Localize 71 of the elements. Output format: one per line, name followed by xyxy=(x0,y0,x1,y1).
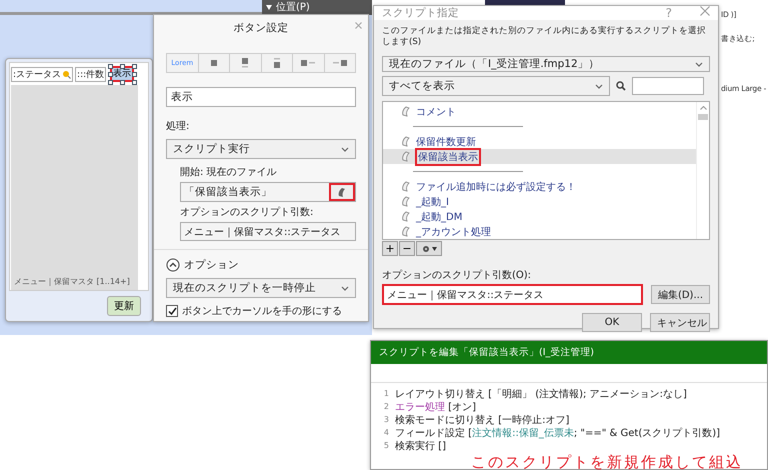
script-list-item[interactable]: _アカウント処理 xyxy=(383,224,696,239)
search-icon xyxy=(62,70,72,78)
caret-icon xyxy=(266,5,272,10)
script-step: フィールド設定 [注文情報::保留_伝票未; "==" & Get(スクリプト引数)] xyxy=(395,426,720,440)
script-icon xyxy=(337,186,347,198)
scroll-up-icon[interactable] xyxy=(700,106,706,110)
script-icon xyxy=(401,106,411,117)
gear-icon xyxy=(422,244,430,252)
layout-field[interactable]: :::件数 xyxy=(75,66,106,82)
line-number: 4 xyxy=(382,428,389,437)
file-dropdown[interactable]: 現在のファイル（「I_受注管理.fmp12」） xyxy=(382,56,710,72)
tool-button[interactable]: + xyxy=(382,241,398,256)
dialog-description: このファイルまたは指定された別のファイル内にある実行するスクリプトを選択します(S) xyxy=(382,26,707,48)
portal-footer-text: メニュー｜保留マスタ [1..14+] xyxy=(14,276,130,287)
script-icon xyxy=(401,151,411,162)
section-header: 位置(P) xyxy=(262,0,372,15)
parameter-field[interactable]: メニュー｜保留マスタ::ステータス xyxy=(382,284,643,305)
script-list-item[interactable]: ファイル追加時には必ず設定する！ xyxy=(383,179,696,194)
script-step: エラー処理 [オン] xyxy=(395,400,476,414)
script-icon xyxy=(401,136,411,147)
parameter-label: オプションのスクリプト引数: xyxy=(180,206,314,219)
script-icon xyxy=(401,211,411,222)
line-number: 2 xyxy=(382,402,389,411)
checkbox-label: ボタン上でカーソルを手の形にする xyxy=(182,304,342,318)
scrollbar-thumb[interactable] xyxy=(698,114,708,120)
caret-icon xyxy=(341,286,349,290)
edit-button[interactable]: 編集(D)... xyxy=(650,285,710,304)
line-number: 1 xyxy=(382,389,389,398)
parameter-field[interactable]: メニュー｜保留マスタ::ステータス xyxy=(180,222,356,241)
close-icon[interactable] xyxy=(700,6,710,16)
action-dropdown[interactable]: スクリプト実行 xyxy=(166,139,356,159)
script-step: 検索モードに切り替え [一時停止:オフ] xyxy=(395,412,570,426)
layout-field[interactable]: :ステータス xyxy=(11,66,74,82)
checkbox[interactable] xyxy=(166,305,178,317)
script-list-item[interactable]: _起動_DM xyxy=(383,209,696,224)
search-field[interactable] xyxy=(632,77,704,95)
editor-title: スクリプトを編集「保留該当表示」(I_受注管理) xyxy=(371,341,767,364)
script-icon xyxy=(401,226,411,237)
label-field[interactable]: 表示 xyxy=(166,87,356,107)
parameter-label: オプションのスクリプト引数(O): xyxy=(382,268,532,282)
caret-icon xyxy=(695,62,703,66)
close-icon[interactable] xyxy=(355,22,362,29)
dialog-title: スクリプト指定 xyxy=(382,6,459,20)
script-list-item[interactable]: _起動_I xyxy=(383,194,696,209)
options-label[interactable]: オプション xyxy=(184,258,239,272)
script-step: 検索実行 [] xyxy=(395,438,446,452)
search-icon xyxy=(616,81,626,91)
line-number: 5 xyxy=(382,441,389,450)
action-label: 処理: xyxy=(166,120,190,133)
script-list-item[interactable]: コメント xyxy=(383,104,696,119)
collapse-icon[interactable] xyxy=(166,258,180,272)
script-field[interactable]: 「保留該当表示」 xyxy=(180,182,356,202)
script-icon xyxy=(401,181,411,192)
script-list-item[interactable]: 保留件数更新 xyxy=(383,134,696,149)
start-label: 開始: 現在のファイル xyxy=(180,166,278,179)
annotation-text: このスクリプトを新規作成して組込 xyxy=(471,453,743,470)
gear-menu-button[interactable] xyxy=(416,241,442,256)
script-select-button[interactable] xyxy=(329,183,355,201)
ok-button[interactable]: OK xyxy=(582,313,642,332)
cancel-button[interactable]: キャンセル xyxy=(650,313,710,332)
panel-title: ボタン設定 xyxy=(234,22,288,34)
tool-button[interactable]: − xyxy=(399,241,415,256)
script-icon xyxy=(401,196,411,207)
caret-icon xyxy=(341,146,349,152)
update-button[interactable]: 更新 xyxy=(107,296,141,316)
line-number: 3 xyxy=(382,415,389,424)
pause-dropdown[interactable]: 現在のスクリプトを一時停止 xyxy=(166,278,356,298)
script-step: レイアウト切り替え [「明細」 (注文情報); アニメーション:なし] xyxy=(395,386,687,400)
filter-dropdown[interactable]: すべてを表示 xyxy=(382,76,610,96)
caret-icon xyxy=(432,246,436,250)
caret-icon xyxy=(595,84,603,88)
